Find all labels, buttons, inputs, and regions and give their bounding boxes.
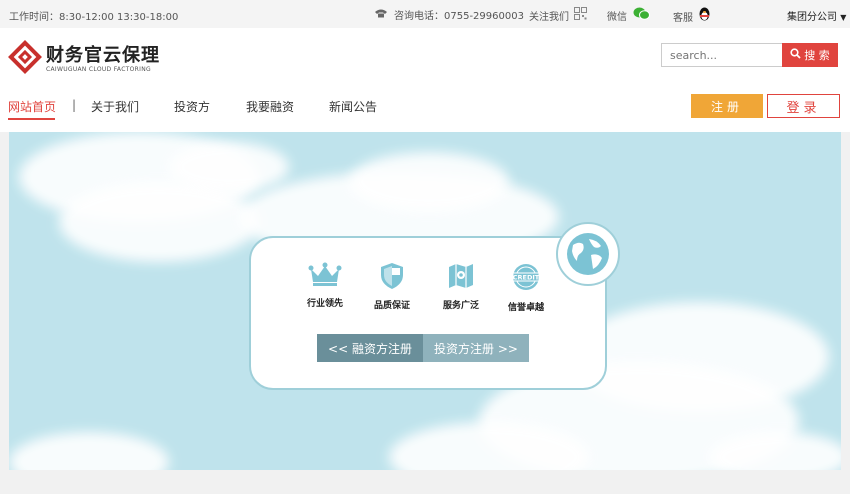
- logo-text: 财务官云保理 CAIWUGUAN CLOUD FACTORING: [46, 44, 160, 73]
- crown-icon: [308, 262, 342, 292]
- wechat-link[interactable]: 微信: [607, 7, 650, 23]
- globe-icon: [556, 222, 620, 286]
- feature-wide-service: 服务广泛: [431, 262, 491, 311]
- site-logo[interactable]: 财务官云保理 CAIWUGUAN CLOUD FACTORING: [8, 40, 160, 78]
- nav-active-indicator: [8, 118, 55, 120]
- feature-industry-leading: 行业领先: [295, 262, 355, 309]
- financier-register-button[interactable]: << 融资方注册: [317, 334, 423, 362]
- follow-us[interactable]: 关注我们: [529, 7, 587, 23]
- phone-contact: 咨询电话：0755-29960003: [374, 7, 524, 22]
- wechat-icon: [633, 7, 650, 23]
- nav-separator: |: [72, 98, 77, 112]
- nav-investor[interactable]: 投资方: [174, 98, 210, 115]
- credit-badge-icon: CREDIT: [511, 264, 541, 296]
- group-branches-dropdown[interactable]: 集团分公司 ▼: [787, 8, 846, 23]
- search-button[interactable]: 搜 索: [782, 43, 838, 67]
- customer-service-link[interactable]: 客服: [673, 7, 711, 25]
- nav-news[interactable]: 新闻公告: [329, 98, 377, 115]
- service-label: 客服: [673, 12, 693, 24]
- caret-down-icon: ▼: [840, 13, 847, 22]
- header: 财务官云保理 CAIWUGUAN CLOUD FACTORING 搜 索 网站首…: [0, 28, 850, 132]
- cloud: [169, 142, 289, 192]
- register-card: [249, 236, 607, 390]
- feature-label: 服务广泛: [442, 301, 479, 311]
- search-button-label: 搜 索: [804, 49, 830, 62]
- feature-label: 信誉卓越: [507, 303, 544, 313]
- follow-label: 关注我们: [529, 11, 569, 23]
- nav-financing[interactable]: 我要融资: [246, 98, 294, 115]
- group-label: 集团分公司: [787, 12, 837, 23]
- nav-home[interactable]: 网站首页: [8, 98, 56, 115]
- working-hours: 工作时间：8:30-12:00 13:30-18:00: [9, 12, 179, 23]
- investor-register-button[interactable]: 投资方注册 >>: [423, 334, 529, 362]
- top-bar: 工作时间：8:30-12:00 13:30-18:00 咨询电话：0755-29…: [0, 0, 850, 28]
- feature-label: 品质保证: [373, 301, 410, 311]
- logo-subtitle: CAIWUGUAN CLOUD FACTORING: [46, 65, 151, 73]
- feature-label: 行业领先: [306, 299, 343, 309]
- qq-penguin-icon: [698, 7, 711, 25]
- register-buttons: << 融资方注册 投资方注册 >>: [317, 334, 529, 362]
- svg-text:CREDIT: CREDIT: [513, 274, 540, 282]
- cloud: [9, 432, 169, 470]
- phone-icon: [374, 8, 388, 21]
- login-button[interactable]: 登录: [767, 94, 840, 118]
- wechat-label: 微信: [607, 11, 627, 23]
- feature-quality-assurance: 品质保证: [362, 262, 422, 311]
- search-bar: 搜 索: [661, 43, 838, 67]
- search-icon: [790, 48, 801, 62]
- logo-mark-icon: [8, 40, 42, 78]
- logo-name: 财务官云保理: [46, 44, 160, 66]
- map-pin-icon: [447, 264, 475, 294]
- shield-icon: [379, 263, 405, 294]
- cloud: [349, 152, 509, 212]
- qr-code-icon: [574, 7, 587, 23]
- search-input[interactable]: [661, 43, 788, 67]
- nav-about[interactable]: 关于我们: [91, 98, 139, 115]
- feature-excellent-credit: CREDIT 信誉卓越: [496, 262, 556, 313]
- cloud: [59, 182, 259, 262]
- register-button[interactable]: 注册: [691, 94, 763, 118]
- phone-text: 咨询电话：0755-29960003: [394, 11, 524, 22]
